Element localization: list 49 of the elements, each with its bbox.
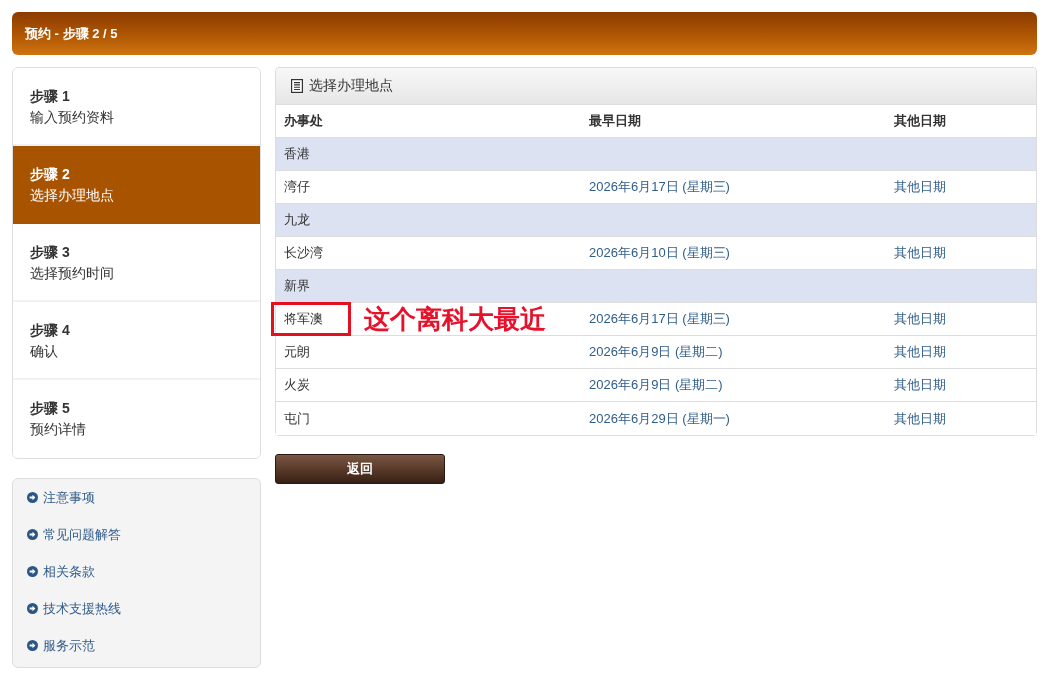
other-dates-link[interactable]: 其他日期 <box>894 178 946 196</box>
title-text: 预约 - 步骤 2 / 5 <box>25 24 118 43</box>
office-name: 湾仔 <box>284 178 310 196</box>
step-description: 选择办理地点 <box>30 186 114 205</box>
other-dates-link[interactable]: 其他日期 <box>894 376 946 394</box>
step-description: 确认 <box>30 342 58 361</box>
sidebar-link[interactable]: 常见问题解答 <box>27 516 121 553</box>
other-dates-link[interactable]: 其他日期 <box>894 244 946 262</box>
other-dates-link[interactable]: 其他日期 <box>894 310 946 328</box>
office-name: 元朗 <box>284 343 310 361</box>
step-label: 步骤 3 <box>30 243 70 262</box>
arrow-circle-icon <box>27 529 38 540</box>
sidebar-link[interactable]: 技术支援热线 <box>27 590 121 627</box>
sidebar-link[interactable]: 相关条款 <box>27 553 95 590</box>
other-dates-link[interactable]: 其他日期 <box>894 343 946 361</box>
column-header: 其他日期 <box>894 112 946 130</box>
column-header: 办事处 <box>284 112 323 130</box>
step-label: 步骤 4 <box>30 321 70 340</box>
step-description: 选择预约时间 <box>30 264 114 283</box>
earliest-date-link[interactable]: 2026年6月9日 (星期二) <box>589 376 723 394</box>
arrow-circle-icon <box>27 566 38 577</box>
panel-title: 选择办理地点 <box>309 77 393 95</box>
office-name: 长沙湾 <box>284 244 323 262</box>
step-description: 预约详情 <box>30 420 86 439</box>
earliest-date-link[interactable]: 2026年6月10日 (星期三) <box>589 244 730 262</box>
annotation-text: 这个离科大最近 <box>364 304 546 334</box>
office-name: 屯门 <box>284 409 310 428</box>
earliest-date-link[interactable]: 2026年6月17日 (星期三) <box>589 178 730 196</box>
arrow-circle-icon <box>27 603 38 614</box>
office-name: 火炭 <box>284 376 310 394</box>
sidebar-link[interactable]: 注意事项 <box>27 479 95 516</box>
region-name: 香港 <box>284 145 310 163</box>
region-name: 九龙 <box>284 211 310 229</box>
office-name: 将军澳 <box>284 310 323 328</box>
other-dates-link[interactable]: 其他日期 <box>894 409 946 428</box>
sidebar-link[interactable]: 服务示范 <box>27 627 95 664</box>
back-button[interactable]: 返回 <box>275 454 445 484</box>
column-header: 最早日期 <box>589 112 641 130</box>
arrow-circle-icon <box>27 492 38 503</box>
step-label: 步骤 1 <box>30 87 70 106</box>
step-description: 输入预约资料 <box>30 108 114 127</box>
earliest-date-link[interactable]: 2026年6月9日 (星期二) <box>589 343 723 361</box>
region-name: 新界 <box>284 277 310 295</box>
earliest-date-link[interactable]: 2026年6月29日 (星期一) <box>589 409 730 428</box>
step-label: 步骤 2 <box>30 165 70 184</box>
arrow-circle-icon <box>27 640 38 651</box>
list-icon <box>291 79 303 93</box>
earliest-date-link[interactable]: 2026年6月17日 (星期三) <box>589 310 730 328</box>
step-label: 步骤 5 <box>30 399 70 418</box>
